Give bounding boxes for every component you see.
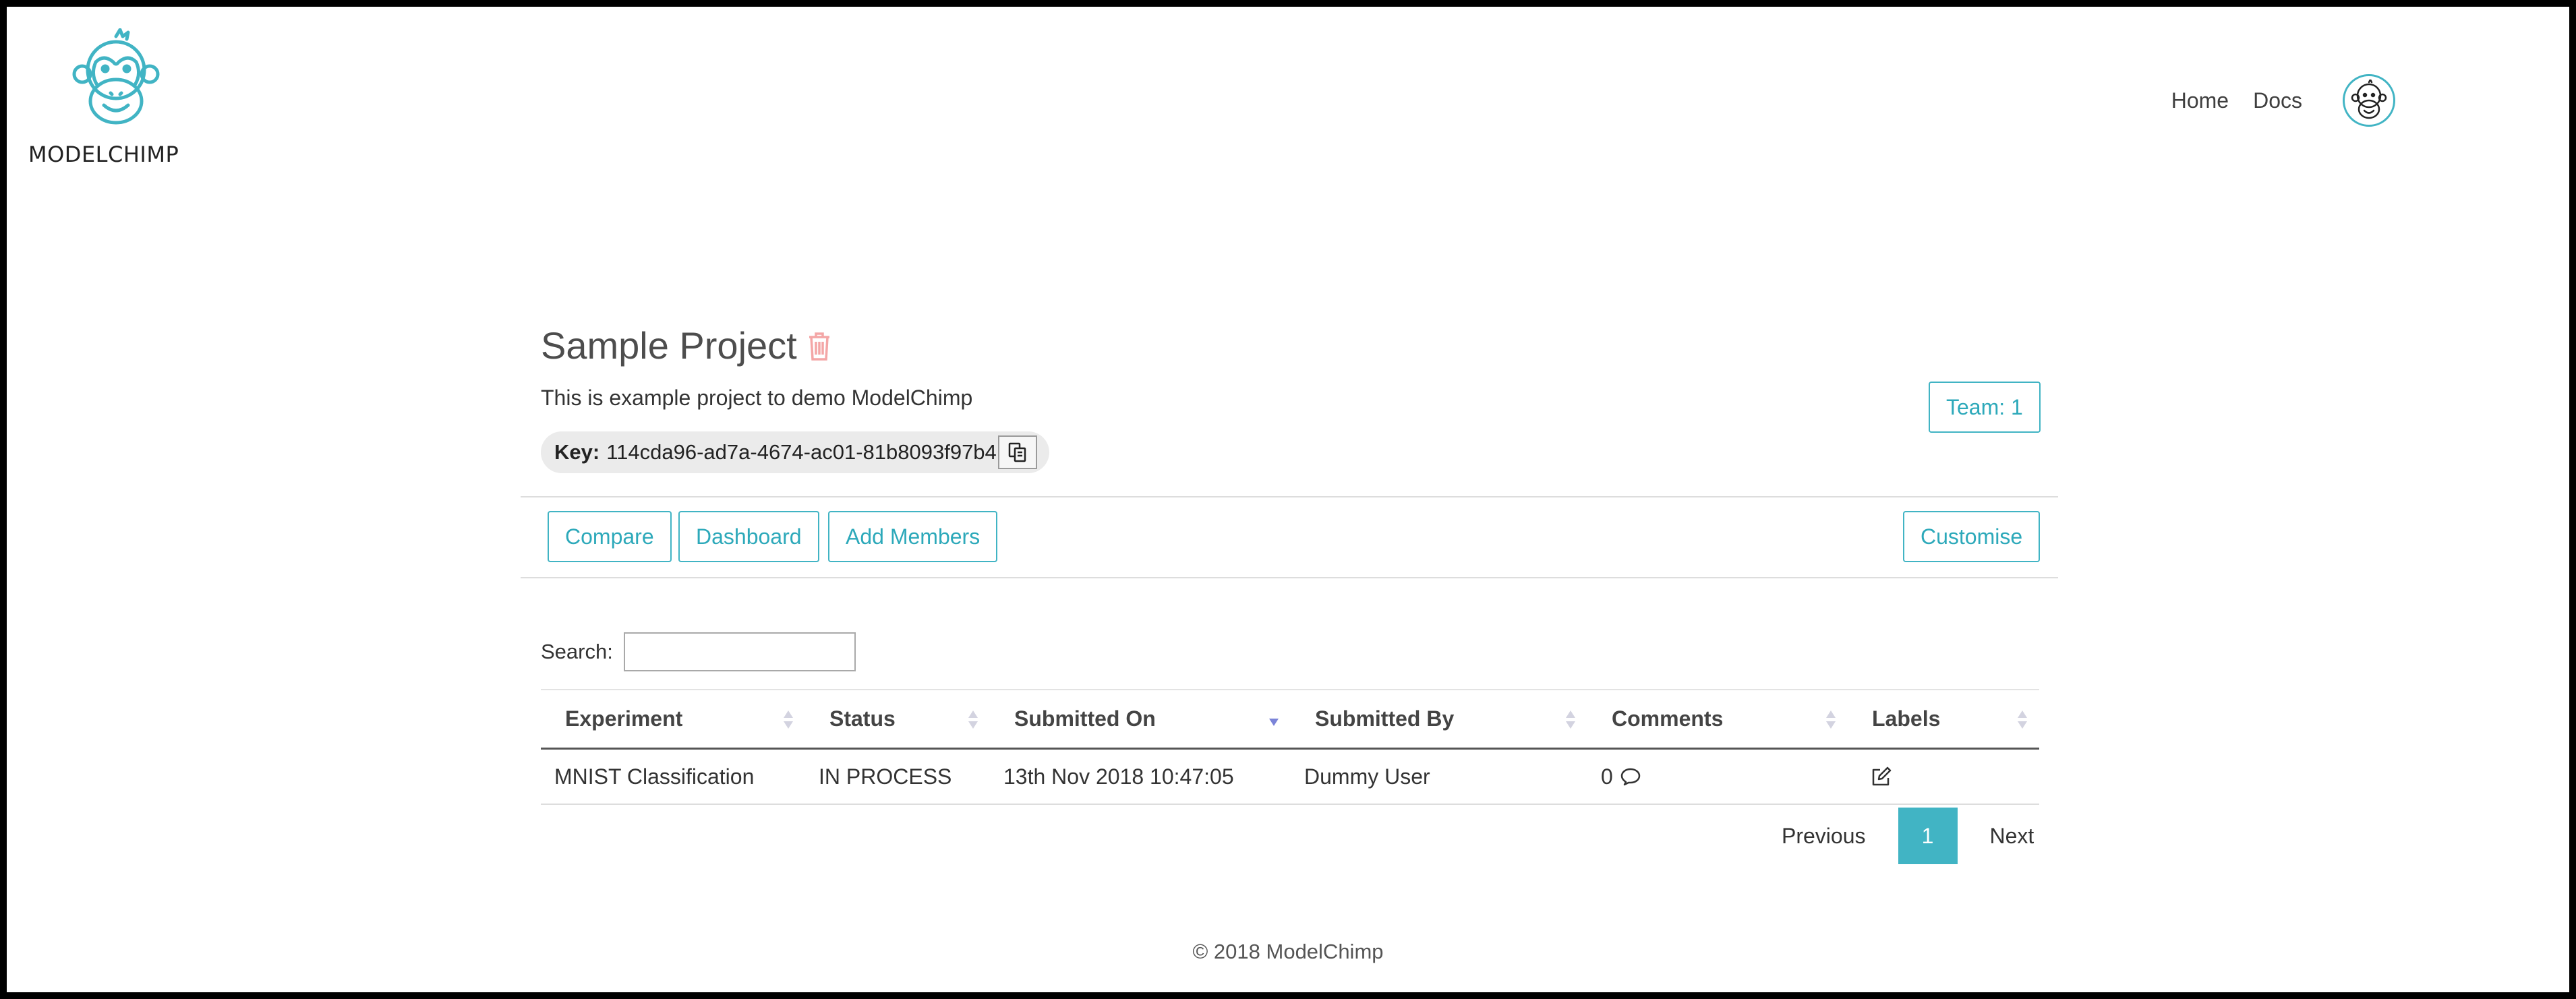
avatar[interactable] bbox=[2343, 74, 2395, 127]
comment-count: 0 bbox=[1601, 764, 1613, 789]
table-header: Experiment Status Submitted On Submitted… bbox=[541, 689, 2039, 750]
dashboard-button[interactable]: Dashboard bbox=[678, 511, 819, 562]
edit-icon[interactable] bbox=[1871, 766, 1892, 787]
column-header-label: Comments bbox=[1612, 706, 1724, 731]
chimp-avatar-icon bbox=[2351, 80, 2387, 119]
page: MODELCHIMP Home Docs Sample Project This… bbox=[7, 7, 2569, 992]
chimp-logo-icon bbox=[72, 28, 160, 125]
brand[interactable]: MODELCHIMP bbox=[28, 22, 204, 177]
customise-button[interactable]: Customise bbox=[1903, 511, 2041, 562]
key-label: Key: bbox=[554, 440, 600, 464]
previous-page-button[interactable]: Previous bbox=[1764, 808, 1883, 864]
current-page-button[interactable]: 1 bbox=[1898, 808, 1958, 864]
divider bbox=[521, 577, 2058, 578]
sort-icon bbox=[784, 710, 794, 731]
next-page-button[interactable]: Next bbox=[1972, 808, 2052, 864]
key-value: 114cda96-ad7a-4674-ac01-81b8093f97b4 bbox=[606, 440, 997, 464]
cell-status: IN PROCESS bbox=[819, 764, 952, 789]
sort-icon bbox=[1826, 710, 1837, 731]
column-header-submitted-on[interactable]: Submitted On bbox=[990, 690, 1291, 748]
cell-labels[interactable] bbox=[1848, 750, 2039, 804]
sort-icon bbox=[2018, 710, 2028, 731]
column-header-label: Submitted By bbox=[1315, 706, 1455, 731]
column-header-experiment[interactable]: Experiment bbox=[541, 690, 805, 748]
add-members-button[interactable]: Add Members bbox=[828, 511, 998, 562]
search-label: Search: bbox=[541, 640, 613, 663]
column-header-labels[interactable]: Labels bbox=[1848, 690, 2039, 748]
sort-icon bbox=[1566, 710, 1577, 731]
copy-key-button[interactable] bbox=[997, 435, 1037, 469]
team-button[interactable]: Team: 1 bbox=[1929, 382, 2041, 433]
search-input[interactable] bbox=[623, 632, 856, 671]
top-nav: Home Docs bbox=[2147, 74, 2395, 127]
project-title: Sample Project bbox=[541, 324, 797, 367]
column-header-label: Status bbox=[829, 706, 896, 731]
column-header-label: Experiment bbox=[565, 706, 683, 731]
cell-submitted-by: Dummy User bbox=[1304, 764, 1430, 789]
column-header-label: Submitted On bbox=[1014, 706, 1156, 731]
comment-icon[interactable] bbox=[1620, 767, 1641, 786]
sort-icon bbox=[968, 710, 979, 731]
column-header-status[interactable]: Status bbox=[805, 690, 990, 748]
nav-docs-link[interactable]: Docs bbox=[2253, 88, 2302, 113]
cell-experiment[interactable]: MNIST Classification bbox=[541, 750, 805, 804]
experiments-table: Experiment Status Submitted On Submitted… bbox=[541, 689, 2039, 805]
project-container: Sample Project This is example project t… bbox=[521, 7, 2058, 992]
cell-submitted-on: 13th Nov 2018 10:47:05 bbox=[1003, 764, 1234, 789]
copy-icon bbox=[1008, 442, 1026, 462]
footer-copyright: © 2018 ModelChimp bbox=[1192, 940, 1384, 963]
table-row[interactable]: MNIST Classification IN PROCESS 13th Nov… bbox=[541, 750, 2039, 805]
project-description: This is example project to demo ModelChi… bbox=[541, 386, 973, 410]
brand-name: MODELCHIMP bbox=[28, 142, 179, 167]
divider bbox=[521, 496, 2058, 497]
column-header-label: Labels bbox=[1872, 706, 1941, 731]
search-row: Search: bbox=[541, 632, 856, 671]
column-header-submitted-by[interactable]: Submitted By bbox=[1291, 690, 1587, 748]
pagination: Previous 1 Next bbox=[1764, 808, 2051, 864]
column-header-comments[interactable]: Comments bbox=[1587, 690, 1848, 748]
trash-icon[interactable] bbox=[807, 330, 832, 361]
compare-button[interactable]: Compare bbox=[548, 511, 672, 562]
sort-desc-icon bbox=[1269, 719, 1280, 739]
project-header: Sample Project bbox=[541, 324, 832, 367]
cell-comments[interactable]: 0 bbox=[1587, 750, 1848, 804]
nav-home-link[interactable]: Home bbox=[2171, 88, 2229, 113]
project-key: Key: 114cda96-ad7a-4674-ac01-81b8093f97b… bbox=[541, 431, 1049, 473]
